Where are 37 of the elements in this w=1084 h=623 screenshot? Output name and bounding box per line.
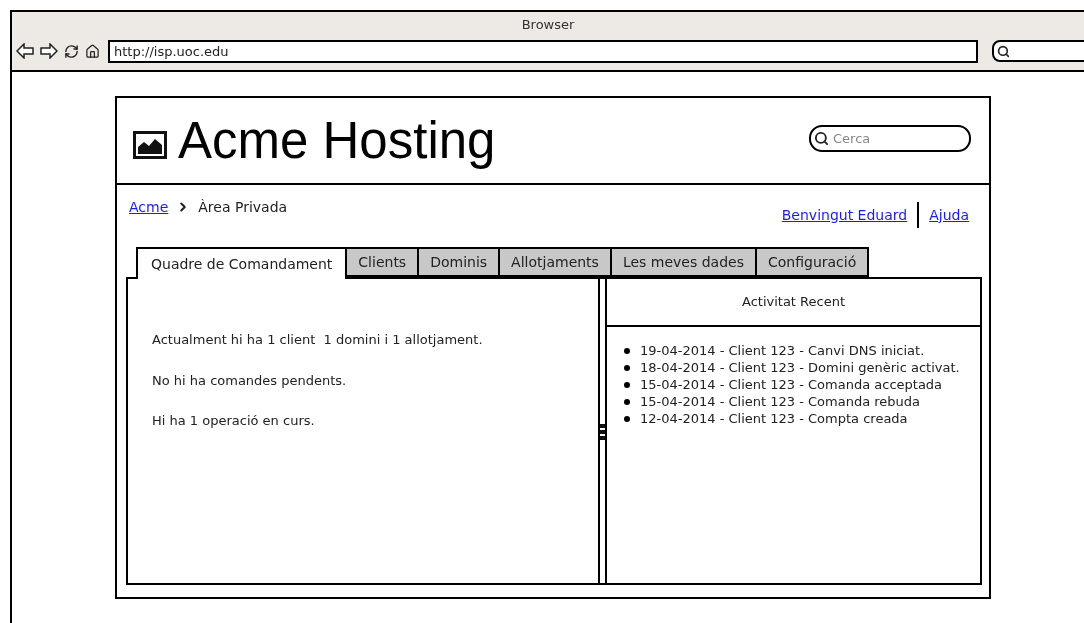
address-field[interactable]: http://isp.uoc.edu xyxy=(108,39,978,63)
summary-text: Actualment hi ha 1 client 1 domini i 1 allotjament. xyxy=(152,331,484,349)
bullet-icon xyxy=(624,381,630,388)
back-arrow-icon[interactable] xyxy=(16,43,34,59)
window-title: Browser xyxy=(521,16,576,34)
tab[interactable]: Dominis xyxy=(419,247,501,277)
grip-icon[interactable] xyxy=(600,423,605,441)
bullet-icon xyxy=(624,398,630,405)
tab[interactable]: Allotjaments xyxy=(500,247,612,277)
bullet-icon xyxy=(624,347,630,354)
activity-item: 19-04-2014 - Client 123 - Canvi DNS iniciat. xyxy=(640,341,925,360)
tab[interactable]: Quadre de Comandament xyxy=(136,247,348,279)
header-link[interactable]: Ajuda xyxy=(929,204,969,226)
header-link[interactable]: Benvingut Eduard xyxy=(781,204,908,226)
search-icon xyxy=(814,131,829,146)
tab[interactable]: Les meves dades xyxy=(611,247,757,277)
activity-item: 12-04-2014 - Client 123 - Compta creada xyxy=(640,409,908,428)
forward-arrow-icon[interactable] xyxy=(40,43,58,59)
bullet-icon xyxy=(624,364,630,371)
search-icon xyxy=(997,44,1010,58)
home-icon[interactable] xyxy=(85,43,100,59)
browser-search-field[interactable] xyxy=(992,40,1084,62)
summary-text: No hi ha comandes pendents. xyxy=(152,371,348,390)
search-field[interactable]: Cerca xyxy=(809,125,971,152)
panel-title: Activitat Recent xyxy=(741,293,846,312)
tab[interactable]: Configuració xyxy=(757,247,870,277)
tab[interactable]: Clients xyxy=(347,247,420,277)
breadcrumb-link[interactable]: Acme xyxy=(129,196,169,218)
image-icon xyxy=(133,130,167,159)
summary-text: Hi ha 1 operació en curs. xyxy=(152,412,316,430)
activity-item: 15-04-2014 - Client 123 - Comanda rebuda xyxy=(640,392,921,411)
activity-item: 18-04-2014 - Client 123 - Domini genèric activat. xyxy=(640,358,960,377)
splitter[interactable] xyxy=(598,279,607,583)
breadcrumb-current: Àrea Privada xyxy=(198,197,288,217)
activity-item: 15-04-2014 - Client 123 - Comanda acceptada xyxy=(640,375,943,394)
bullet-icon xyxy=(624,415,630,422)
reload-icon[interactable] xyxy=(64,43,79,59)
